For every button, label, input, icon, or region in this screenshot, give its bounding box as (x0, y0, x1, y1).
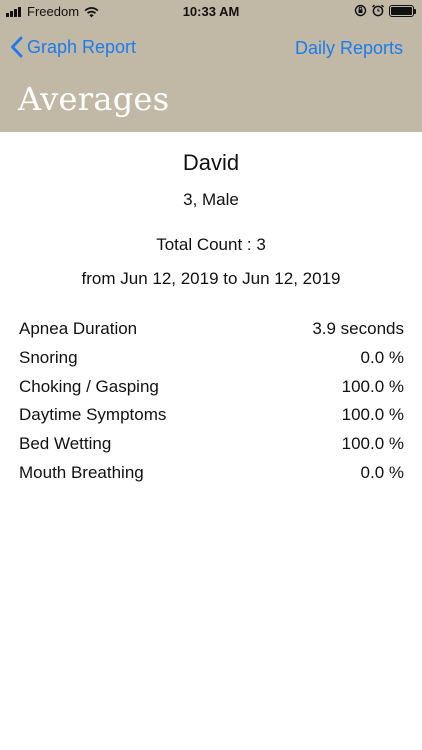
averages-list: Apnea Duration 3.9 seconds Snoring 0.0 %… (19, 315, 404, 487)
page-title: Averages (18, 80, 170, 118)
stat-row-daytime-symptoms: Daytime Symptoms 100.0 % (19, 401, 404, 430)
stat-value: 0.0 % (360, 348, 404, 368)
stat-label: Bed Wetting (19, 434, 112, 454)
stat-label: Choking / Gasping (19, 376, 159, 396)
stat-label: Apnea Duration (19, 319, 138, 339)
stat-label: Daytime Symptoms (19, 405, 167, 425)
stat-value: 100.0 % (341, 376, 404, 396)
navigation-header: Freedom 10:33 AM Graph Report Daily Repo… (0, 0, 422, 132)
stat-value: 100.0 % (341, 405, 404, 425)
patient-age-gender: 3, Male (183, 190, 239, 209)
stat-row-snoring: Snoring 0.0 % (19, 344, 404, 373)
status-bar: Freedom 10:33 AM (0, 0, 422, 24)
patient-name: David (182, 150, 240, 175)
stat-row-choking-gasping: Choking / Gasping 100.0 % (19, 372, 404, 401)
stat-value: 100.0 % (341, 434, 404, 454)
stat-value: 3.9 seconds (312, 319, 404, 339)
total-count: Total Count : 3 (156, 235, 266, 254)
battery-icon (389, 4, 416, 17)
stat-row-bed-wetting: Bed Wetting 100.0 % (19, 430, 404, 459)
stat-label: Snoring (19, 348, 78, 368)
back-button-label: Graph Report (27, 36, 137, 57)
chevron-left-icon (11, 36, 23, 58)
status-right (354, 4, 416, 17)
alarm-icon (371, 4, 385, 17)
back-button[interactable]: Graph Report (10, 36, 136, 58)
orientation-lock-icon (354, 4, 367, 17)
stat-row-mouth-breathing: Mouth Breathing 0.0 % (19, 458, 404, 487)
daily-reports-button[interactable]: Daily Reports (295, 38, 403, 59)
date-range: from Jun 12, 2019 to Jun 12, 2019 (81, 269, 341, 288)
stat-value: 0.0 % (360, 462, 404, 482)
stat-row-apnea-duration: Apnea Duration 3.9 seconds (19, 315, 404, 344)
stat-label: Mouth Breathing (19, 462, 144, 482)
